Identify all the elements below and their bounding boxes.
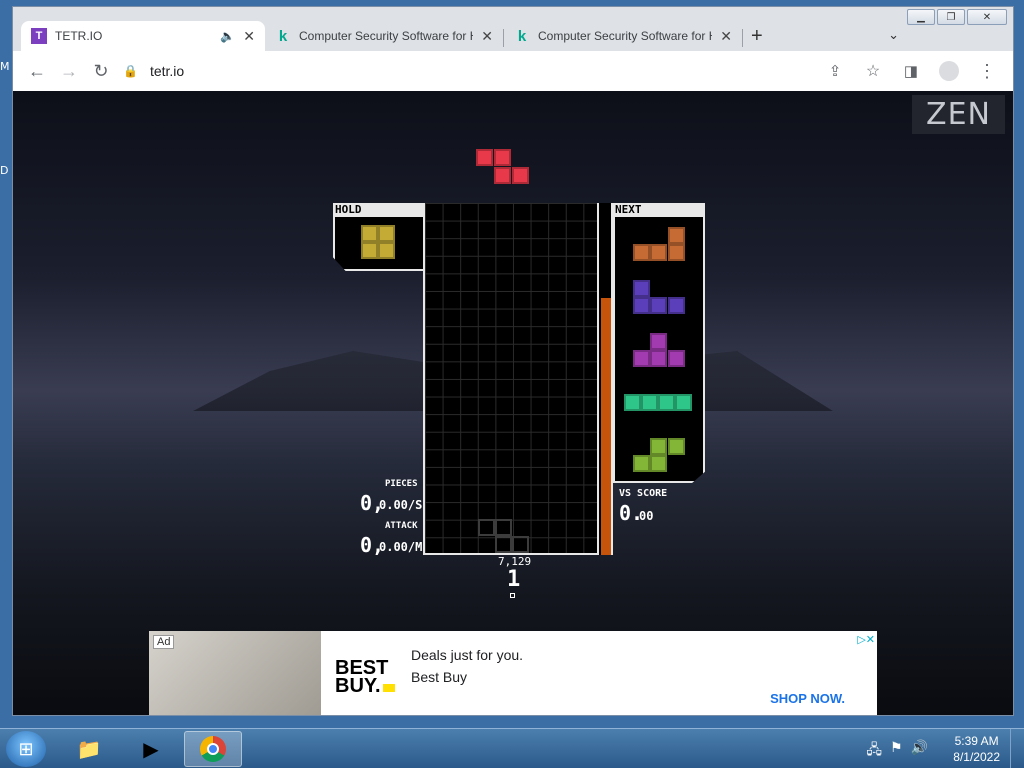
clock-time: 5:39 AM bbox=[954, 734, 999, 748]
garbage-meter-fill bbox=[601, 298, 611, 555]
tab-kaspersky-1[interactable]: k Computer Security Software for H ✕ bbox=[265, 21, 503, 51]
vs-score-label: VS SCORE bbox=[619, 488, 668, 499]
ad-advertiser[interactable]: Best Buy bbox=[411, 669, 467, 685]
start-button[interactable]: ⊞ bbox=[6, 731, 46, 767]
profile-avatar-icon[interactable] bbox=[933, 55, 965, 87]
address-bar[interactable]: 🔒 tetr.io bbox=[123, 63, 184, 79]
bookmark-star-icon[interactable]: ☆ bbox=[857, 55, 889, 87]
level-value: 1 bbox=[507, 567, 521, 592]
attack-rate: 0.00/M bbox=[379, 540, 423, 554]
side-panel-icon[interactable]: ◨ bbox=[895, 55, 927, 87]
best-buy-logo[interactable]: BEST BUY. bbox=[335, 658, 395, 696]
adchoices-icon[interactable]: ▷✕ bbox=[857, 633, 875, 646]
clock[interactable]: 5:39 AM 8/1/2022 bbox=[953, 733, 1000, 765]
explorer-icon[interactable]: 📁 bbox=[60, 731, 118, 767]
action-center-icon[interactable]: ⚑ bbox=[890, 739, 903, 763]
tab-title: TETR.IO bbox=[55, 29, 103, 43]
tab-tetrio[interactable]: T TETR.IO 🔈 ✕ bbox=[21, 21, 265, 51]
media-player-icon[interactable]: ▶ bbox=[122, 731, 180, 767]
tab-search-chevron-icon[interactable]: ⌄ bbox=[888, 27, 899, 43]
ad-image[interactable] bbox=[149, 631, 321, 715]
ad-headline[interactable]: Deals just for you. bbox=[411, 647, 523, 663]
tab-separator bbox=[742, 29, 743, 47]
toolbar-right: ⇪ ☆ ◨ ⋮ bbox=[819, 55, 1003, 87]
game-page[interactable]: ZEN HOLD NEXT PIECES 0, 0.00/S ATTACK 0,… bbox=[13, 91, 1013, 715]
vs-score-dec: 00 bbox=[639, 509, 654, 523]
browser-window: ▁ ❐ ✕ T TETR.IO 🔈 ✕ k Computer Security … bbox=[12, 6, 1014, 716]
ad-badge: Ad bbox=[153, 635, 175, 649]
mode-label: ZEN bbox=[912, 95, 1005, 134]
kaspersky-icon: k bbox=[517, 27, 527, 45]
tab-title: Computer Security Software for H bbox=[299, 29, 474, 43]
desktop-icon-label-2: D bbox=[0, 164, 9, 177]
ad-banner[interactable]: Ad BEST BUY. Deals just for you. Best Buy… bbox=[149, 631, 877, 715]
taskbar: ⊞ 📁 ▶ 🖧 ⚑ 🔊 5:39 AM 8/1/2022 bbox=[0, 728, 1024, 768]
clock-date: 8/1/2022 bbox=[953, 750, 1000, 764]
close-tab-icon[interactable]: ✕ bbox=[481, 28, 493, 45]
close-tab-icon[interactable]: ✕ bbox=[720, 28, 732, 45]
ad-shop-now-link[interactable]: SHOP NOW. bbox=[770, 691, 845, 706]
system-tray: 🖧 ⚑ 🔊 bbox=[866, 739, 928, 763]
speaker-icon[interactable]: 🔈 bbox=[220, 29, 235, 43]
share-icon[interactable]: ⇪ bbox=[819, 55, 851, 87]
volume-icon[interactable]: 🔊 bbox=[911, 739, 928, 763]
level-progress-icon bbox=[510, 593, 515, 598]
desktop-icon-label-1: M bbox=[0, 60, 10, 73]
chrome-icon[interactable] bbox=[184, 731, 242, 767]
reload-icon[interactable]: ↻ bbox=[85, 55, 117, 87]
playfield-board bbox=[423, 203, 599, 555]
next-label: NEXT bbox=[615, 203, 642, 216]
show-desktop-button[interactable] bbox=[1010, 729, 1024, 768]
hold-label: HOLD bbox=[335, 203, 362, 216]
lock-icon[interactable]: 🔒 bbox=[123, 64, 138, 78]
pieces-label: PIECES bbox=[385, 479, 418, 489]
tetrio-icon: T bbox=[31, 28, 47, 44]
close-tab-icon[interactable]: ✕ bbox=[243, 28, 255, 45]
kaspersky-icon: k bbox=[278, 27, 288, 45]
network-icon[interactable]: 🖧 bbox=[866, 739, 882, 763]
tab-strip: T TETR.IO 🔈 ✕ k Computer Security Softwa… bbox=[13, 17, 1013, 51]
browser-toolbar: ← → ↻ 🔒 tetr.io ⇪ ☆ ◨ ⋮ bbox=[13, 51, 1013, 91]
menu-kebab-icon[interactable]: ⋮ bbox=[971, 55, 1003, 87]
new-tab-button[interactable]: + bbox=[751, 25, 763, 48]
attack-label: ATTACK bbox=[385, 521, 418, 531]
garbage-meter bbox=[599, 203, 613, 555]
address-text: tetr.io bbox=[149, 63, 185, 79]
tab-kaspersky-2[interactable]: k Computer Security Software for H ✕ bbox=[504, 21, 742, 51]
forward-arrow-icon[interactable]: → bbox=[53, 55, 85, 87]
pieces-rate: 0.00/S bbox=[379, 498, 423, 512]
back-arrow-icon[interactable]: ← bbox=[21, 55, 53, 87]
tab-title: Computer Security Software for H bbox=[538, 29, 713, 43]
